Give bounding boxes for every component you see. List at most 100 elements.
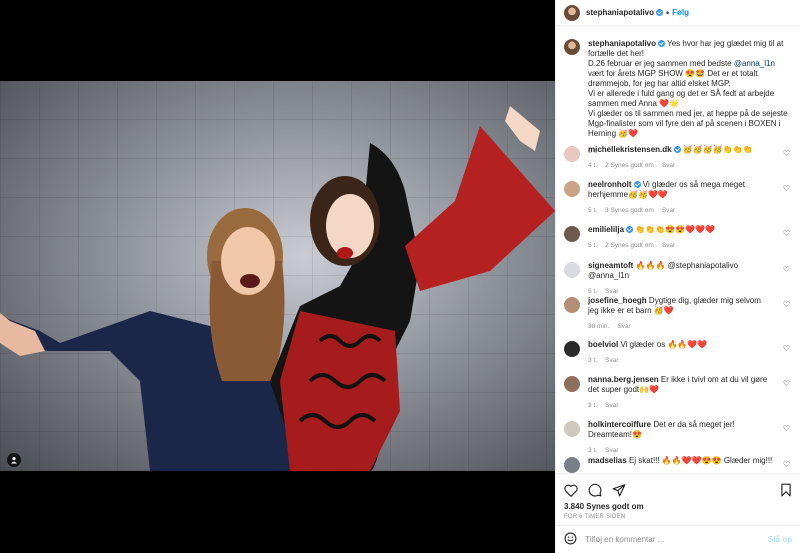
reply-button[interactable]: Svar	[662, 242, 675, 249]
comment-like-heart-icon[interactable]: ♡	[783, 379, 790, 388]
commenter-avatar[interactable]	[564, 181, 580, 197]
comment-time: 3 t.	[588, 402, 598, 409]
add-comment-bar: Slå op	[556, 525, 800, 553]
commenter-username[interactable]: emilielilja	[588, 225, 624, 234]
separator-dot: •	[666, 7, 670, 18]
comment-meta: 3 t. Svar	[588, 401, 773, 411]
like-count[interactable]: 3.840 Synes godt om	[556, 498, 800, 511]
author-username[interactable]: stephaniapotalivo	[586, 8, 654, 17]
comment-like-heart-icon[interactable]: ♡	[783, 265, 790, 274]
reply-button[interactable]: Svar	[605, 402, 618, 409]
comment-meta: 3 t. Svar	[588, 446, 773, 456]
commenter-avatar[interactable]	[564, 421, 580, 437]
commenter-avatar[interactable]	[564, 341, 580, 357]
verified-icon	[658, 40, 666, 47]
action-icons	[556, 474, 800, 498]
comment-body: emilielilja 👏👏👏😍😍❤️❤️❤️ 5 t. 2 Synes godt …	[588, 225, 773, 251]
comment-like-heart-icon[interactable]: ♡	[783, 184, 790, 193]
media-pane	[0, 0, 555, 553]
post-photo[interactable]	[0, 81, 555, 471]
reply-button[interactable]: Svar	[617, 323, 630, 330]
comment-likes[interactable]: 2 Synes godt om	[605, 162, 654, 169]
comment-time: 38 min.	[588, 323, 610, 330]
heart-icon[interactable]	[564, 484, 578, 497]
comment-row: holkintercoiffure Det er da så meget jer…	[564, 420, 792, 456]
comment-like-heart-icon[interactable]: ♡	[783, 149, 790, 158]
commenter-avatar[interactable]	[564, 226, 580, 242]
user-tag-icon[interactable]	[7, 453, 21, 467]
comment-body: boelviol Vi glæder os 🔥🔥❤️❤️ 3 t. Svar	[588, 340, 773, 366]
caption-line: Vi glæder os til sammen med jer, at hepp…	[588, 109, 788, 138]
caption-username[interactable]: stephaniapotalivo	[588, 39, 656, 48]
author-avatar[interactable]	[564, 4, 580, 21]
post-header: stephaniapotalivo • Følg	[556, 0, 800, 26]
commenter-avatar[interactable]	[564, 457, 580, 473]
verified-icon	[633, 181, 641, 188]
action-bar: 3.840 Synes godt om FOR 6 TIMER SIDEN Sl…	[556, 473, 800, 553]
comment-icon[interactable]	[588, 483, 602, 497]
commenter-username[interactable]: josefine_hoegh	[588, 296, 647, 305]
comment-meta: 5 t. 3 Synes godt om Svar	[588, 206, 773, 216]
comment-like-heart-icon[interactable]: ♡	[783, 229, 790, 238]
comment-time: 5 t.	[588, 242, 598, 249]
comment-like-heart-icon[interactable]: ♡	[783, 460, 790, 469]
commenter-username[interactable]: nanna.berg.jensen	[588, 375, 659, 384]
comment-likes[interactable]: 2 Synes godt om	[605, 242, 654, 249]
comment-row: emilielilja 👏👏👏😍😍❤️❤️❤️ 5 t. 2 Synes godt …	[564, 225, 792, 251]
comment-time: 3 t.	[588, 357, 598, 364]
share-icon[interactable]	[612, 483, 626, 497]
reply-button[interactable]: Svar	[605, 447, 618, 454]
commenter-avatar[interactable]	[564, 297, 580, 313]
comment-meta: 3 t. Svar	[588, 356, 773, 366]
post-sidebar: stephaniapotalivo • Følg stephaniapotali…	[555, 0, 800, 553]
post-comment-button[interactable]: Slå op	[768, 535, 792, 544]
reply-button[interactable]: Svar	[662, 162, 675, 169]
comment-time: 4 t.	[588, 162, 598, 169]
comment-body: madselias Ej skat!!! 🔥🔥❤️❤️😍😍 Glæder mig…	[588, 456, 773, 473]
reply-button[interactable]: Svar	[605, 288, 618, 295]
commenter-username[interactable]: madselias	[588, 456, 627, 465]
commenter-username[interactable]: signeamtoft	[588, 261, 633, 270]
comment-input[interactable]	[585, 535, 768, 544]
comment-text: Vi glæder os 🔥🔥❤️❤️	[620, 340, 708, 349]
comment-body: josefine_hoegh Dygtige dig, glæder mig s…	[588, 296, 773, 332]
comments-list[interactable]: stephaniapotalivo Yes hvor har jeg glæde…	[556, 27, 800, 473]
comment-time: 5 t.	[588, 207, 598, 214]
comment-body: nanna.berg.jensen Er ikke i tvivl om at …	[588, 375, 773, 411]
comment-text: Ej skat!!! 🔥🔥❤️❤️😍😍 Glæder mig!!!	[628, 456, 773, 465]
emoji-icon[interactable]	[564, 532, 577, 547]
comment-row: signeamtoft 🔥🔥🔥 @stephaniapotalivo @anna…	[564, 261, 792, 297]
follow-button[interactable]: Følg	[672, 8, 689, 17]
reply-button[interactable]: Svar	[662, 207, 675, 214]
commenter-username[interactable]: neelronholt	[588, 180, 632, 189]
caption-body: stephaniapotalivo Yes hvor har jeg glæde…	[588, 39, 792, 157]
comment-meta: 38 min. Svar	[588, 322, 773, 332]
comment-likes[interactable]: 3 Synes godt om	[605, 207, 654, 214]
reply-button[interactable]: Svar	[605, 357, 618, 364]
comment-text: 👏👏👏😍😍❤️❤️❤️	[635, 225, 715, 234]
commenter-avatar[interactable]	[564, 376, 580, 392]
comment-row: neelronholt Vi glæder os så mega meget h…	[564, 180, 792, 216]
author-avatar[interactable]	[564, 39, 580, 55]
comment-text: 🥳🥳🥳🥳👏👏👏	[682, 145, 753, 154]
caption-mention[interactable]: @anna_l1n	[734, 59, 775, 68]
caption-line: vært for årets MGP SHOW 😍🤩 Det er et tot…	[588, 69, 758, 88]
comment-row: boelviol Vi glæder os 🔥🔥❤️❤️ 3 t. Svar ♡	[564, 340, 792, 366]
comment-body: neelronholt Vi glæder os så mega meget h…	[588, 180, 773, 216]
commenter-avatar[interactable]	[564, 146, 580, 162]
comment-like-heart-icon[interactable]: ♡	[783, 300, 790, 309]
comment-body: signeamtoft 🔥🔥🔥 @stephaniapotalivo @anna…	[588, 261, 773, 297]
verified-icon	[626, 226, 634, 233]
comment-row: madselias Ej skat!!! 🔥🔥❤️❤️😍😍 Glæder mig…	[564, 456, 792, 473]
photo-illustration	[0, 106, 555, 471]
commenter-username[interactable]: holkintercoiffure	[588, 420, 651, 429]
comment-like-heart-icon[interactable]: ♡	[783, 424, 790, 433]
commenter-username[interactable]: boelviol	[588, 340, 618, 349]
bookmark-icon[interactable]	[780, 483, 792, 497]
verified-icon	[656, 9, 664, 16]
commenter-username[interactable]: michellekristensen.dk	[588, 145, 672, 154]
post-caption: stephaniapotalivo Yes hvor har jeg glæde…	[564, 27, 792, 157]
commenter-avatar[interactable]	[564, 262, 580, 278]
comment-body: holkintercoiffure Det er da så meget jer…	[588, 420, 773, 456]
comment-like-heart-icon[interactable]: ♡	[783, 344, 790, 353]
